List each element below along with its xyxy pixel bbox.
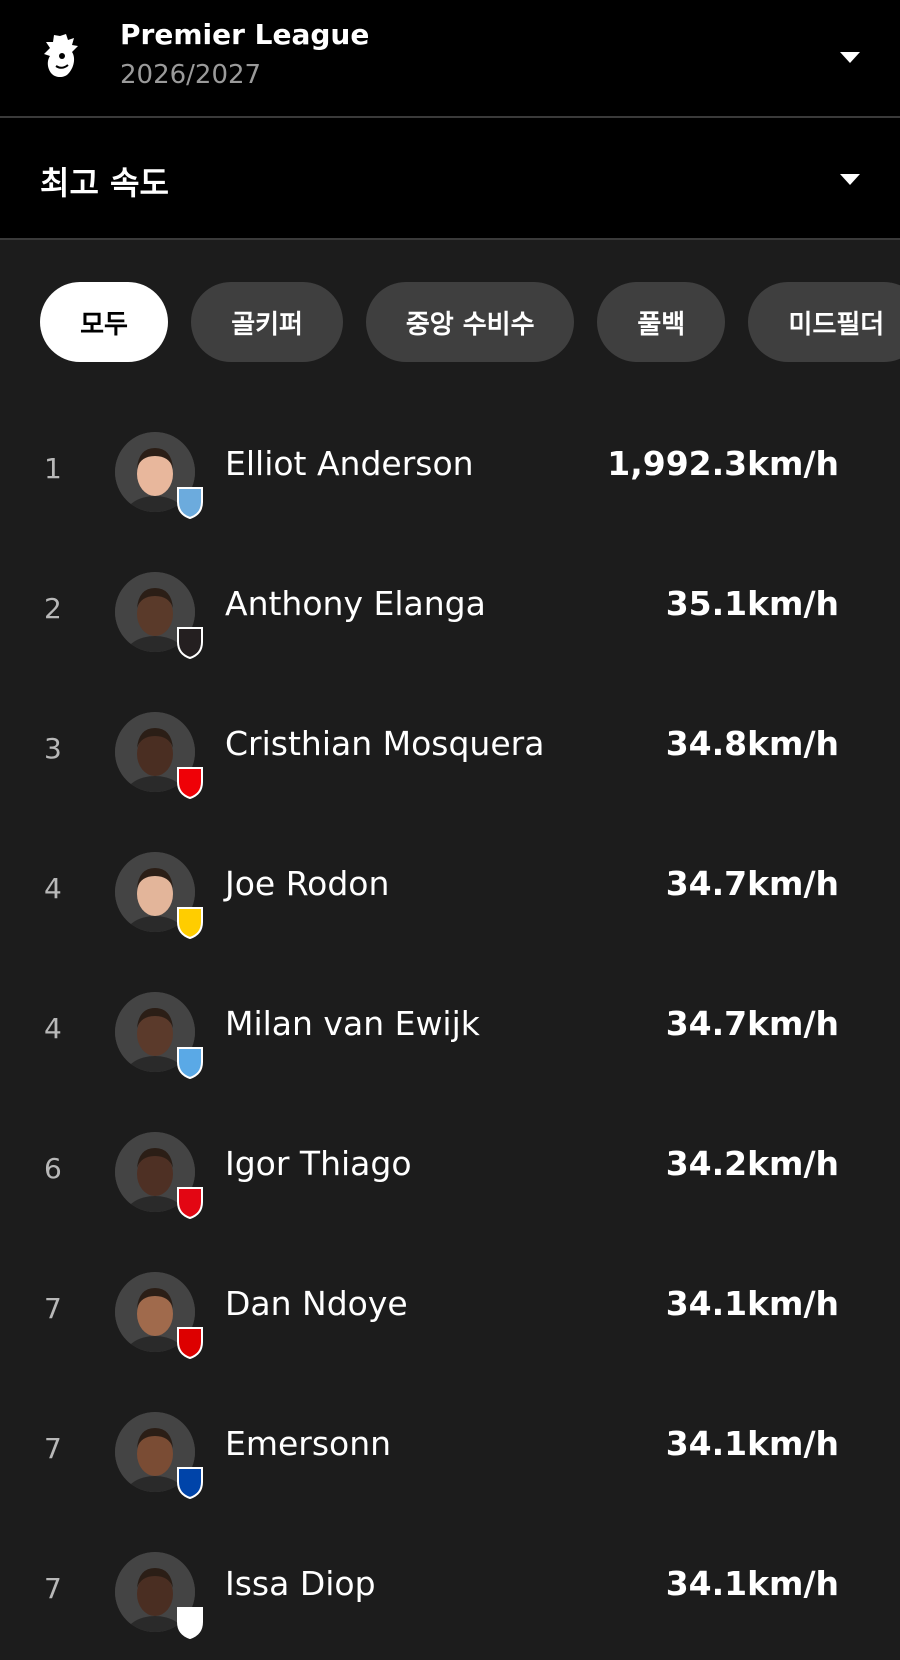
player-row[interactable]: 7 Emersonn 34.1km/h: [0, 1380, 900, 1520]
player-top-speed: 34.1km/h: [665, 1564, 839, 1603]
player-top-speed: 1,992.3km/h: [607, 444, 839, 483]
player-name: Joe Rodon: [225, 864, 390, 903]
player-rank: 7: [44, 1572, 62, 1605]
player-rank: 1: [44, 452, 62, 485]
chevron-down-icon[interactable]: [840, 174, 860, 185]
player-name: Igor Thiago: [225, 1144, 412, 1183]
player-top-speed: 34.1km/h: [665, 1284, 839, 1323]
player-rank: 7: [44, 1432, 62, 1465]
player-name: Issa Diop: [225, 1564, 376, 1603]
player-name: Elliot Anderson: [225, 444, 474, 483]
league-season: 2026/2027: [120, 60, 262, 90]
arsenal-badge-icon: [172, 764, 208, 800]
leeds-badge-icon: [172, 904, 208, 940]
player-row[interactable]: 6 Igor Thiago 34.2km/h: [0, 1100, 900, 1240]
player-name: Emersonn: [225, 1424, 392, 1463]
player-row[interactable]: 4 Milan van Ewijk 34.7km/h: [0, 960, 900, 1100]
player-name: Milan van Ewijk: [225, 1004, 480, 1043]
ipswich-badge-icon: [172, 1464, 208, 1500]
player-row[interactable]: 2 Anthony Elanga 35.1km/h: [0, 540, 900, 680]
player-row[interactable]: 1 Elliot Anderson 1,992.3km/h: [0, 400, 900, 540]
man-city-badge-icon: [172, 484, 208, 520]
fulham-badge-icon: [172, 1604, 208, 1640]
player-name: Anthony Elanga: [225, 584, 486, 623]
player-top-speed: 34.2km/h: [665, 1144, 839, 1183]
player-top-speed: 34.1km/h: [665, 1424, 839, 1463]
league-name: Premier League: [120, 18, 370, 51]
player-rank: 3: [44, 732, 62, 765]
coventry-badge-icon: [172, 1044, 208, 1080]
stat-title: 최고 속도: [40, 164, 169, 202]
player-rank: 4: [44, 1012, 62, 1045]
player-name: Dan Ndoye: [225, 1284, 408, 1323]
player-row[interactable]: 7 Dan Ndoye 34.1km/h: [0, 1240, 900, 1380]
player-rank: 4: [44, 872, 62, 905]
league-selector[interactable]: Premier League 2026/2027: [0, 0, 900, 118]
player-rank: 7: [44, 1292, 62, 1325]
nottingham-forest-badge-icon: [172, 1324, 208, 1360]
filter-chip-center-back[interactable]: 중앙 수비수: [366, 282, 575, 362]
player-top-speed: 34.8km/h: [665, 724, 839, 763]
player-rank: 2: [44, 592, 62, 625]
player-row[interactable]: 7 Issa Diop 34.1km/h: [0, 1520, 900, 1660]
brentford-badge-icon: [172, 1184, 208, 1220]
player-rank: 6: [44, 1152, 62, 1185]
newcastle-badge-icon: [172, 624, 208, 660]
filter-chip-midfielder[interactable]: 미드필더: [748, 282, 900, 362]
filter-chip-fullback[interactable]: 풀백: [597, 282, 726, 362]
chevron-down-icon[interactable]: [840, 52, 860, 63]
stat-selector[interactable]: 최고 속도: [0, 118, 900, 240]
filter-chip-all[interactable]: 모두: [40, 282, 168, 362]
player-name: Cristhian Mosquera: [225, 724, 545, 763]
player-row[interactable]: 3 Cristhian Mosquera 34.8km/h: [0, 680, 900, 820]
filter-chip-goalkeeper[interactable]: 골키퍼: [191, 282, 344, 362]
player-top-speed: 34.7km/h: [665, 864, 839, 903]
player-top-speed: 35.1km/h: [665, 584, 839, 623]
player-ranking-list: 1 Elliot Anderson 1,992.3km/h 2 Anthony Elan…: [0, 400, 900, 1660]
position-filter-bar: 모두 골키퍼 중앙 수비수 풀백 미드필더: [40, 282, 900, 362]
player-row[interactable]: 4 Joe Rodon 34.7km/h: [0, 820, 900, 960]
player-top-speed: 34.7km/h: [665, 1004, 839, 1043]
lion-crest-icon: [44, 34, 78, 77]
